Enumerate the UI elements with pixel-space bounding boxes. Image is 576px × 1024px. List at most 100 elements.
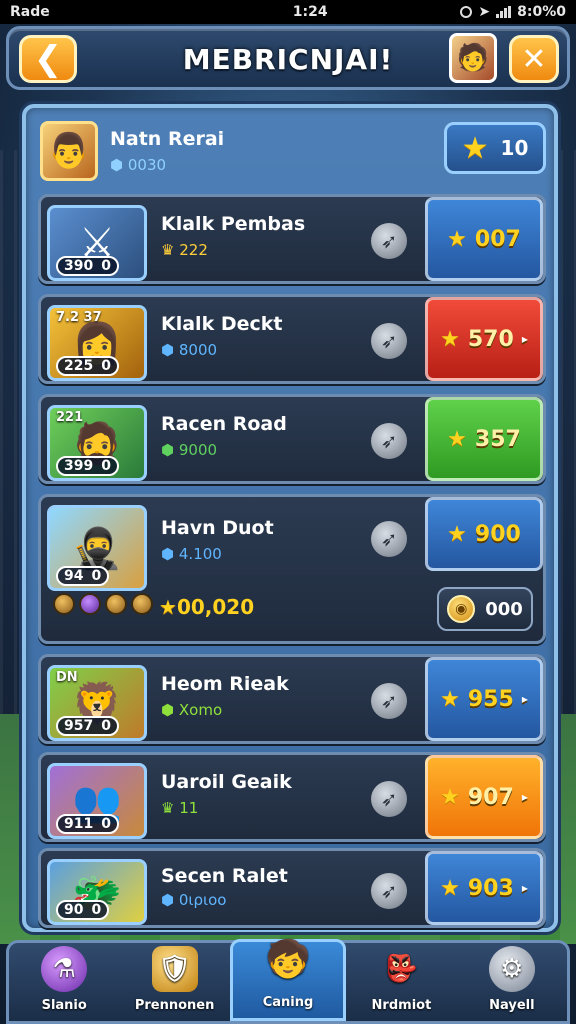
buy-button[interactable]: ★ 900 (425, 497, 543, 571)
location-icon: ➤ (478, 4, 491, 20)
thumb-badge: 911 0 (56, 814, 119, 834)
reward-value: ★00,020 (159, 595, 254, 619)
star-icon: ★ (447, 226, 467, 252)
nav-label: Nrdmiot (371, 998, 432, 1013)
badge-right: 0 (101, 718, 111, 734)
badge-right: 0 (101, 358, 111, 374)
buy-button[interactable]: ★ 907 ▸ (425, 755, 543, 839)
item-subtitle: ⬢ 9000 (161, 441, 217, 459)
profile-button[interactable]: 🧑 (449, 33, 497, 83)
thumb-badge: 399 0 (56, 456, 119, 476)
star-icon: ★ (447, 426, 467, 452)
arrow-right-icon: ▸ (521, 692, 528, 706)
buy-button[interactable]: ★ 955 ▸ (425, 657, 543, 741)
thumb-top-label: DN (56, 670, 78, 685)
list-item[interactable]: 🧔 221 399 0 Racen Road ⬢ 9000 ➶ ★ 357 (38, 394, 546, 484)
item-subtitle-value: Xomo (178, 701, 223, 719)
arrow-right-icon: ▸ (521, 332, 528, 346)
coin-chip-icon (53, 593, 75, 615)
item-thumbnail: 🧔 221 399 0 (47, 405, 147, 481)
close-button[interactable]: ✕ (509, 35, 559, 83)
badge-right: 0 (91, 902, 102, 918)
gem-chip-icon (79, 593, 101, 615)
item-title: Secen Ralet (161, 865, 288, 887)
player-gems-value: 0030 (127, 156, 167, 174)
header-bar: ❮ MEBRICNJAI! 🧑 ✕ (6, 26, 570, 90)
hero-icon: 🧒 (265, 939, 311, 980)
star-icon: ★ (440, 784, 460, 810)
nav-item-nrdmiot[interactable]: 👺 Nrdmiot (346, 943, 456, 1021)
badge-left: 90 (64, 902, 84, 918)
list-item[interactable]: ⚔ 390 0 Klalk Pembas ♛ 222 ➶ ★ 007 (38, 194, 546, 284)
item-title: Heom Rieak (161, 673, 289, 695)
player-avatar[interactable]: 👨 (40, 121, 98, 181)
item-subtitle-value: 222 (179, 241, 208, 259)
badge-left: 399 (64, 458, 94, 474)
coin-icon: ◉ (447, 595, 476, 623)
nav-item-nayell[interactable]: ⚙ Nayell (457, 943, 567, 1021)
price-value: 570 (467, 326, 514, 352)
nav-label: Prennonen (134, 998, 215, 1013)
feather-icon[interactable]: ➶ (371, 521, 407, 557)
buy-button[interactable]: ★ 357 (425, 397, 543, 481)
thumb-top-label: 7.2 37 (56, 310, 102, 325)
badge-right: 0 (101, 458, 111, 474)
list-item[interactable]: 👩 7.2 37 225 0 Klalk Deckt ⬢ 8000 ➶ ★ 57… (38, 294, 546, 384)
list-item[interactable]: 👥 911 0 Uaroil Geaik ♛ 11 ➶ ★ 907 ▸ (38, 752, 546, 842)
item-title: Klalk Deckt (161, 313, 283, 335)
player-row: 👨 Natn Rerai ⬢ 0030 ★ 10 (34, 116, 546, 186)
gem-icon: ⬢ (161, 891, 175, 909)
item-title: Havn Duot (161, 517, 274, 539)
list-item[interactable]: 🦁 DN 957 0 Heom Rieak ⬢ Xomo ➶ ★ 955 ▸ (38, 654, 546, 744)
badge-left: 957 (64, 718, 94, 734)
arrow-right-icon: ▸ (521, 790, 528, 804)
item-title: Racen Road (161, 413, 287, 435)
player-info: Natn Rerai ⬢ 0030 (110, 128, 224, 174)
coin-purchase-button[interactable]: ◉ 000 (437, 587, 533, 631)
feather-icon[interactable]: ➶ (371, 683, 407, 719)
star-icon: ★ (440, 686, 460, 712)
list-item-expanded[interactable]: 🥷 94 0 Havn Duot ⬢ 4.100 ➶ ★ 900 ★00,020… (38, 494, 546, 644)
badge-left: 94 (64, 568, 84, 584)
feather-icon[interactable]: ➶ (371, 323, 407, 359)
item-subtitle: ♛ 222 (161, 241, 208, 259)
item-thumbnail: 🥷 94 0 (47, 505, 147, 591)
star-icon: ★ (159, 595, 177, 619)
buy-button[interactable]: ★ 007 (425, 197, 543, 281)
list-item[interactable]: 🐲 90 0 Secen Ralet ⬢ 0ιριοο ➶ ★ 903 ▸ (38, 848, 546, 928)
item-subtitle: ⬢ 0ιριοο (161, 891, 226, 909)
gem-icon: ⬢ (161, 341, 175, 359)
hero-portrait-icon: 👨 (47, 131, 91, 171)
player-stars-box[interactable]: ★ 10 (444, 122, 546, 174)
nav-item-caning[interactable]: 🧒 Caning (229, 939, 347, 1021)
gem-icon: ⬢ (110, 156, 124, 174)
shield-icon: 🛡 (151, 946, 198, 992)
buy-button[interactable]: ★ 903 ▸ (425, 851, 543, 925)
item-thumbnail: ⚔ 390 0 (47, 205, 147, 281)
thumb-badge: 957 0 (56, 716, 119, 736)
thumb-badge: 90 0 (56, 900, 110, 920)
clock: 1:24 (292, 4, 328, 20)
badge-right: 0 (91, 568, 102, 584)
feather-icon[interactable]: ➶ (371, 873, 407, 909)
sync-icon (460, 6, 473, 18)
item-thumbnail: 👩 7.2 37 225 0 (47, 305, 147, 381)
feather-icon[interactable]: ➶ (371, 223, 407, 259)
bottom-nav: ⚗ Slanio 🛡 Prennonen 🧒 Caning 👺 Nrdmiot … (6, 939, 570, 1024)
badge-right: 0 (101, 816, 111, 832)
item-subtitle-value: 0ιριοο (178, 891, 227, 909)
price-value: 007 (474, 226, 521, 252)
buy-button[interactable]: ★ 570 ▸ (425, 297, 543, 381)
feather-icon[interactable]: ➶ (371, 781, 407, 817)
price-value: 907 (467, 784, 514, 810)
item-thumbnail: 🐲 90 0 (47, 859, 147, 925)
item-subtitle: ♛ 11 (161, 799, 198, 817)
nav-item-prennonen[interactable]: 🛡 Prennonen (119, 943, 229, 1021)
nav-item-slanio[interactable]: ⚗ Slanio (9, 943, 119, 1021)
crown-icon: ♛ (161, 241, 175, 259)
item-subtitle: ⬢ 4.100 (161, 545, 222, 563)
feather-icon[interactable]: ➶ (371, 423, 407, 459)
coin-chip-icon (105, 593, 127, 615)
signal-icon (496, 6, 512, 18)
price-value: 900 (474, 521, 521, 547)
